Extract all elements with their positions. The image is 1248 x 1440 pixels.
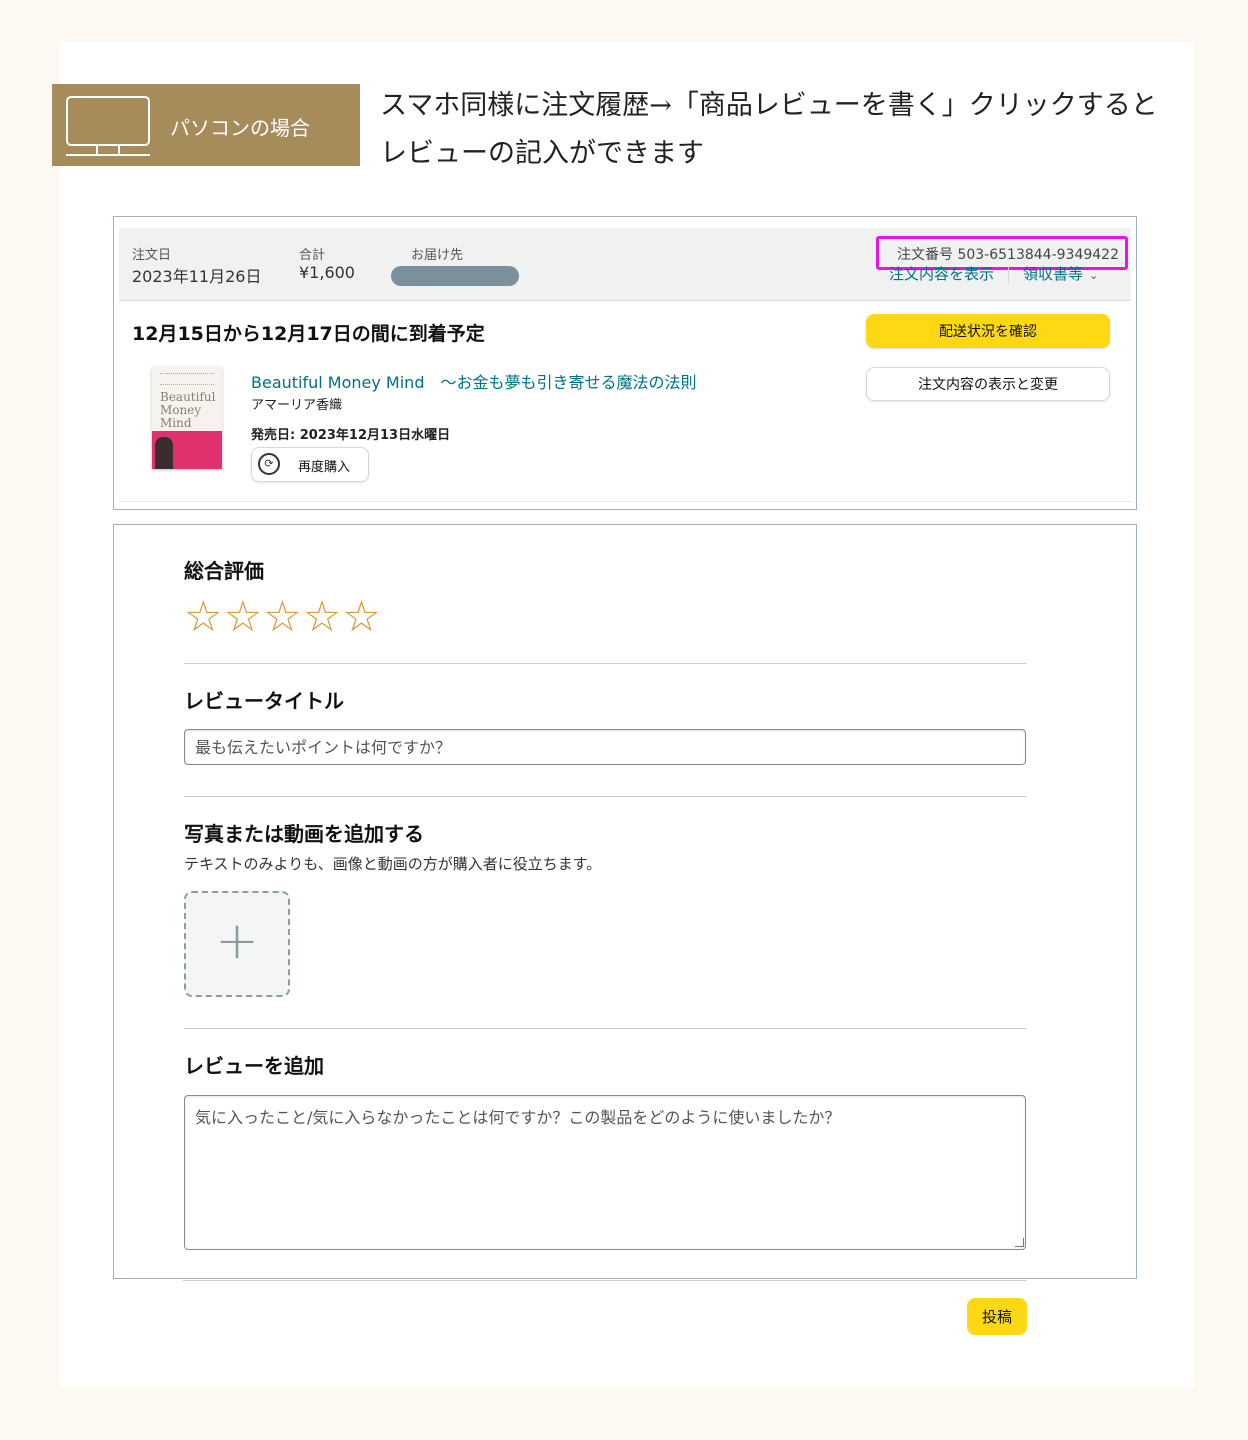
book-title-link[interactable]: Beautiful Money Mind ～お金も夢も引き寄せる魔法の法則 bbox=[251, 369, 696, 393]
ship-to-redacted bbox=[391, 266, 519, 286]
buy-again-button[interactable]: ⟳ 再度購入 bbox=[251, 447, 369, 482]
divider bbox=[183, 1280, 1026, 1281]
instruction-text: スマホ同様に注文履歴→「商品レビューを書く」クリックすると レビューの記入ができ… bbox=[380, 82, 1180, 178]
submit-review-button[interactable]: 投稿 bbox=[967, 1298, 1027, 1335]
divider bbox=[184, 796, 1026, 797]
divider bbox=[184, 663, 1026, 664]
star-4-icon[interactable]: ☆ bbox=[303, 595, 342, 639]
divider bbox=[119, 501, 1131, 502]
instruction-line-1: スマホ同様に注文履歴→「商品レビューを書く」クリックすると bbox=[380, 90, 1158, 121]
add-media-label: 写真または動画を追加する bbox=[184, 822, 424, 846]
order-total-value: ¥1,600 bbox=[299, 263, 355, 282]
star-3-icon[interactable]: ☆ bbox=[263, 595, 302, 639]
review-title-input[interactable] bbox=[184, 729, 1026, 765]
monitor-icon bbox=[66, 96, 150, 158]
star-2-icon[interactable]: ☆ bbox=[224, 595, 263, 639]
star-1-icon[interactable]: ☆ bbox=[184, 595, 223, 639]
order-date-label: 注文日 bbox=[132, 248, 172, 263]
star-rating[interactable]: ☆☆☆☆☆ bbox=[184, 595, 382, 639]
order-header: 注文日 2023年11月26日 合計 ¥1,600 お届け先 注文番号 503-… bbox=[119, 228, 1131, 301]
book-cover-image[interactable]: Beautiful Money Mind bbox=[152, 367, 222, 469]
receipt-link[interactable]: 領収書等 bbox=[1023, 265, 1083, 283]
view-change-order-button[interactable]: 注文内容の表示と変更 bbox=[866, 367, 1110, 401]
badge-label: パソコンの場合 bbox=[170, 116, 310, 140]
review-form: 総合評価 ☆☆☆☆☆ レビュータイトル 写真または動画を追加する テキストのみよ… bbox=[113, 524, 1137, 1279]
buy-again-label: 再度購入 bbox=[298, 460, 351, 475]
chevron-down-icon[interactable]: ⌄ bbox=[1089, 269, 1098, 282]
book-author: アマーリア香織 bbox=[251, 398, 343, 413]
divider bbox=[184, 1028, 1026, 1029]
delivery-status: 12月15日から12月17日の間に到着予定 bbox=[132, 323, 485, 345]
resize-grip-icon[interactable] bbox=[1015, 1238, 1024, 1247]
review-title-label: レビュータイトル bbox=[184, 689, 344, 713]
buy-again-icon: ⟳ bbox=[258, 453, 280, 475]
ship-to-label: お届け先 bbox=[411, 248, 464, 263]
order-total-label: 合計 bbox=[299, 248, 326, 263]
add-media-button[interactable]: + bbox=[184, 891, 290, 997]
instruction-line-2: レビューの記入ができます bbox=[380, 138, 704, 169]
star-5-icon[interactable]: ☆ bbox=[342, 595, 381, 639]
add-media-description: テキストのみよりも、画像と動画の方が購入者に役立ちます。 bbox=[184, 855, 602, 873]
order-card: 注文日 2023年11月26日 合計 ¥1,600 お届け先 注文番号 503-… bbox=[113, 216, 1137, 510]
order-links: 注文内容を表示 領収書等 ⌄ bbox=[889, 263, 1098, 284]
book-cover-title: Beautiful Money Mind bbox=[160, 390, 216, 430]
order-date-value: 2023年11月26日 bbox=[132, 267, 262, 286]
overall-rating-label: 総合評価 bbox=[184, 559, 264, 583]
plus-icon: + bbox=[215, 911, 259, 971]
track-package-button[interactable]: 配送状況を確認 bbox=[866, 314, 1110, 348]
add-review-label: レビューを追加 bbox=[184, 1054, 324, 1078]
order-number: 注文番号 503-6513844-9349422 bbox=[897, 247, 1119, 263]
review-text-area[interactable] bbox=[184, 1095, 1026, 1250]
pc-badge: パソコンの場合 bbox=[52, 84, 360, 166]
view-order-details-link[interactable]: 注文内容を表示 bbox=[889, 265, 994, 283]
book-release-date: 発売日: 2023年12月13日水曜日 bbox=[251, 428, 451, 443]
